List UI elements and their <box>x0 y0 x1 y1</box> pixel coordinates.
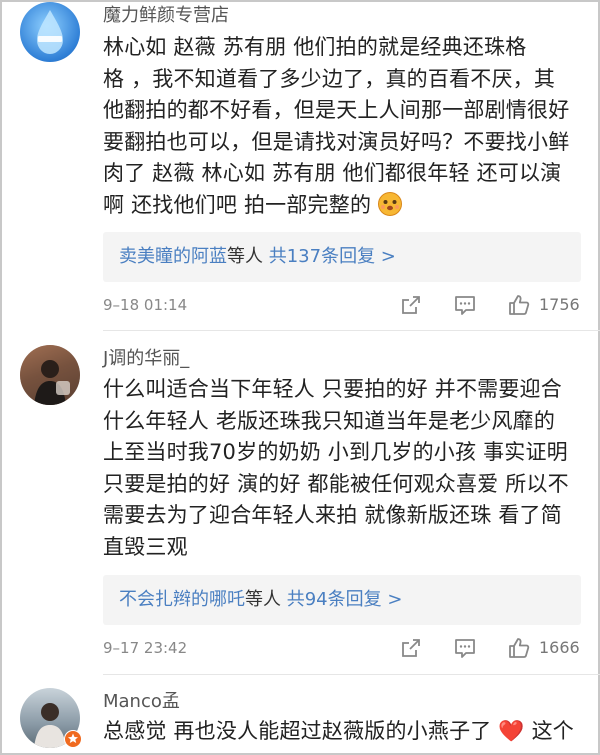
comment-text: 林心如 赵薇 苏有朋 他们拍的就是经典还珠格 格 ，我不知道看了多少边了，真的百… <box>103 32 583 221</box>
comment-line: 他翻拍的都不好看，但是天上人间那一部剧情很好 <box>103 98 570 122</box>
comment-time: 9–18 01:14 <box>103 296 188 314</box>
like-count: 1756 <box>539 295 580 314</box>
comment-line: 林心如 赵薇 苏有朋 他们拍的就是经典还珠格 <box>103 35 527 59</box>
comment-line: 肉了 赵薇 林心如 苏有朋 他们都很年轻 还可以演 <box>103 161 562 185</box>
comment-icon[interactable] <box>453 293 477 317</box>
like-count: 1666 <box>539 638 580 657</box>
comment-author[interactable]: Manco孟 <box>103 690 180 714</box>
reply-suffix: 等人 <box>227 246 263 267</box>
comment-meta: 9–17 23:42 1666 <box>103 633 581 663</box>
avatar[interactable] <box>20 345 80 405</box>
forward-icon[interactable] <box>399 293 423 317</box>
reply-user-link[interactable]: 卖美瞳的阿蓝 <box>119 246 227 267</box>
comment-line: 需要去为了迎合年轻人来拍 就像新版还珠 看了简 <box>103 503 562 527</box>
comment-line: 什么年轻人 老版还珠我只知道当年是老少风靡的 <box>103 408 556 433</box>
replies-summary[interactable]: 不会扎辫的哪吒等人 共94条回复 > <box>103 575 581 625</box>
verified-badge <box>64 730 82 748</box>
comment-line: 格 ，我不知道看了多少边了，真的百看不厌，其 <box>103 66 556 91</box>
comment-line: 什么叫适合当下年轻人 只要拍的好 并不需要迎合 <box>103 377 562 401</box>
comment-line-text: 啊 还找他们吧 拍一部完整的 <box>103 192 372 217</box>
water-drop-logo <box>37 10 63 54</box>
like-icon[interactable] <box>507 636 531 660</box>
comment-meta: 9–18 01:14 1756 <box>103 290 581 320</box>
forward-icon[interactable] <box>399 636 423 660</box>
comment-line: 总感觉 再也没人能超过赵薇版的小燕子了 ❤️ 这个 <box>103 719 574 743</box>
avatar[interactable] <box>20 2 80 62</box>
comment-line: 要翻拍也可以，但是请找对演员好吗？不要找小鲜 <box>103 129 570 154</box>
comment-line: 上至当时我70岁的奶奶 小到几岁的小孩 事实证明 <box>103 440 568 464</box>
comment-time: 9–17 23:42 <box>103 639 188 657</box>
reply-suffix: 等人 <box>245 589 281 610</box>
comment-author[interactable]: 魔力鲜颜专营店 <box>103 4 229 28</box>
comment-text: 什么叫适合当下年轻人 只要拍的好 并不需要迎合 什么年轻人 老版还珠我只知道当年… <box>103 374 583 563</box>
comment-line: 只要是拍的好 演的好 都能被任何观众喜爱 所以不 <box>103 471 569 496</box>
divider <box>103 330 600 331</box>
comment-line: 直毁三观 <box>103 534 188 559</box>
reply-count-link[interactable]: 共137条回复 > <box>269 246 396 267</box>
avatar-photo <box>20 345 80 405</box>
like-icon[interactable] <box>507 293 531 317</box>
reply-user-link[interactable]: 不会扎辫的哪吒 <box>119 589 245 610</box>
replies-summary[interactable]: 卖美瞳的阿蓝等人 共137条回复 > <box>103 232 581 282</box>
comment-line: 啊 还找他们吧 拍一部完整的 <box>103 190 583 222</box>
reply-count-link[interactable]: 共94条回复 > <box>287 589 403 610</box>
comment-author[interactable]: J调的华丽_ <box>103 347 189 371</box>
divider <box>103 674 600 675</box>
comment-icon[interactable] <box>453 636 477 660</box>
blush-emoji <box>378 191 403 216</box>
comment-text: 总感觉 再也没人能超过赵薇版的小燕子了 ❤️ 这个 <box>103 716 593 748</box>
